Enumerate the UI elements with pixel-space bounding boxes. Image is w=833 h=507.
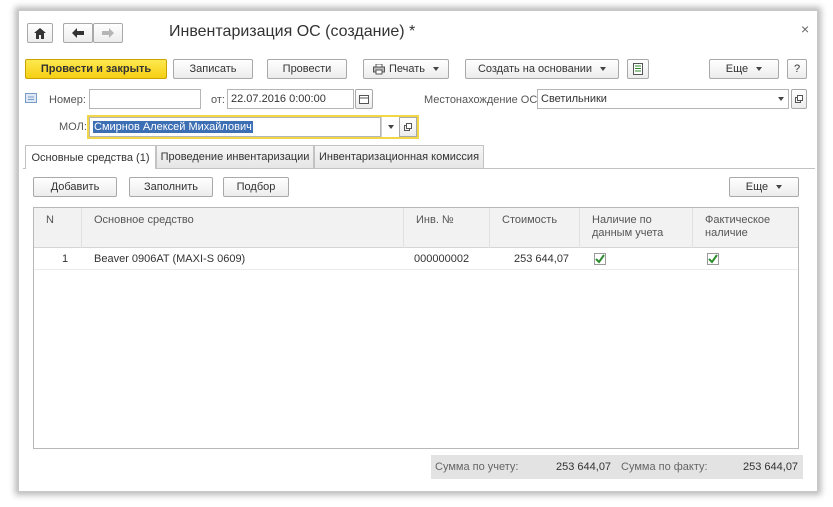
totals-bar: Сумма по учету: 253 644,07 Сумма по факт… (431, 455, 803, 479)
table-header: N Основное средство Инв. № Стоимость Нал… (34, 208, 798, 248)
tab-panel: Добавить Заполнить Подбор Еще N Основное… (23, 168, 815, 486)
sum-actual-label: Сумма по факту: (621, 461, 708, 473)
help-button[interactable]: ? (787, 59, 807, 79)
mol-selected-text: Смирнов Алексей Михайлович (93, 121, 253, 133)
location-label: Местонахождение ОС: (424, 94, 541, 106)
more-button[interactable]: Еще (709, 59, 779, 79)
save-button[interactable]: Записать (173, 59, 253, 79)
calendar-icon (359, 94, 369, 104)
tab-inventory-conduct[interactable]: Проведение инвентаризации (156, 145, 314, 168)
document-icon (633, 63, 643, 75)
table-more-button[interactable]: Еще (729, 177, 799, 197)
mol-dropdown-button[interactable] (381, 117, 399, 137)
date-field[interactable]: 22.07.2016 0:00:00 (227, 89, 354, 109)
column-header-asset[interactable]: Основное средство (82, 208, 404, 248)
number-label: Номер: (49, 94, 86, 106)
checkbox-actual[interactable] (707, 253, 719, 265)
number-field[interactable] (89, 89, 201, 109)
report-button[interactable] (627, 59, 649, 79)
arrow-right-icon (102, 28, 114, 38)
print-button[interactable]: Печать (363, 59, 449, 79)
location-open-button[interactable] (791, 89, 807, 109)
row-number: 1 (62, 253, 69, 265)
more-label: Еще (725, 63, 749, 75)
home-icon (34, 27, 46, 39)
checkbox-by-records[interactable] (594, 253, 606, 265)
sum-actual-value: 253 644,07 (743, 461, 799, 473)
add-button[interactable]: Добавить (33, 177, 117, 197)
open-icon (404, 123, 412, 131)
chevron-down-icon (778, 97, 784, 101)
row-inv-number: 000000002 (414, 253, 470, 265)
back-button[interactable] (63, 23, 93, 43)
info-icon (25, 93, 37, 106)
fill-button[interactable]: Заполнить (129, 177, 213, 197)
chevron-down-icon (600, 67, 607, 71)
row-asset: Beaver 0906AT (MAXI-S 0609) (94, 253, 246, 265)
column-header-by-records[interactable]: Наличие по данным учета (580, 208, 693, 248)
chevron-down-icon (433, 67, 440, 71)
home-button[interactable] (27, 23, 53, 43)
row-cost: 253 644,07 (514, 253, 570, 265)
create-based-on-label: Создать на основании (477, 63, 593, 75)
create-based-on-button[interactable]: Создать на основании (465, 59, 619, 79)
sum-records-label: Сумма по учету: (435, 461, 519, 473)
location-dropdown-button[interactable] (773, 90, 789, 108)
checkmark-icon (595, 254, 605, 264)
date-label: от: (211, 94, 225, 106)
post-and-close-button[interactable]: Провести и закрыть (25, 59, 167, 79)
checkmark-icon (708, 254, 718, 264)
open-icon (795, 95, 803, 103)
column-header-n[interactable]: N (34, 208, 82, 248)
document-window: Инвентаризация ОС (создание) * × Провест… (18, 10, 818, 492)
column-header-inv[interactable]: Инв. № (404, 208, 490, 248)
table-row[interactable]: 1 Beaver 0906AT (MAXI-S 0609) 000000002 … (34, 248, 798, 270)
mol-label: МОЛ: (59, 121, 87, 133)
tab-fixed-assets[interactable]: Основные средства (1) (25, 145, 156, 169)
tab-inventory-commission[interactable]: Инвентаризационная комиссия (314, 145, 484, 168)
chevron-down-icon (776, 185, 783, 189)
forward-button[interactable] (93, 23, 123, 43)
column-header-cost[interactable]: Стоимость (490, 208, 580, 248)
printer-icon (372, 63, 385, 74)
chevron-down-icon (387, 125, 394, 129)
calendar-button[interactable] (355, 89, 373, 109)
arrow-left-icon (72, 28, 84, 38)
location-field[interactable]: Светильники (537, 89, 789, 109)
page-title: Инвентаризация ОС (создание) * (169, 23, 416, 40)
sum-records-value: 253 644,07 (556, 461, 612, 473)
post-button[interactable]: Провести (267, 59, 347, 79)
select-button[interactable]: Подбор (223, 177, 289, 197)
mol-field[interactable]: Смирнов Алексей Михайлович (89, 117, 381, 137)
assets-table: N Основное средство Инв. № Стоимость Нал… (33, 207, 799, 449)
print-label: Печать (388, 63, 426, 75)
close-icon[interactable]: × (801, 21, 809, 37)
chevron-down-icon (756, 67, 763, 71)
column-header-actual[interactable]: Фактическое наличие (693, 208, 798, 248)
mol-open-button[interactable] (399, 117, 417, 137)
table-more-label: Еще (745, 181, 769, 193)
